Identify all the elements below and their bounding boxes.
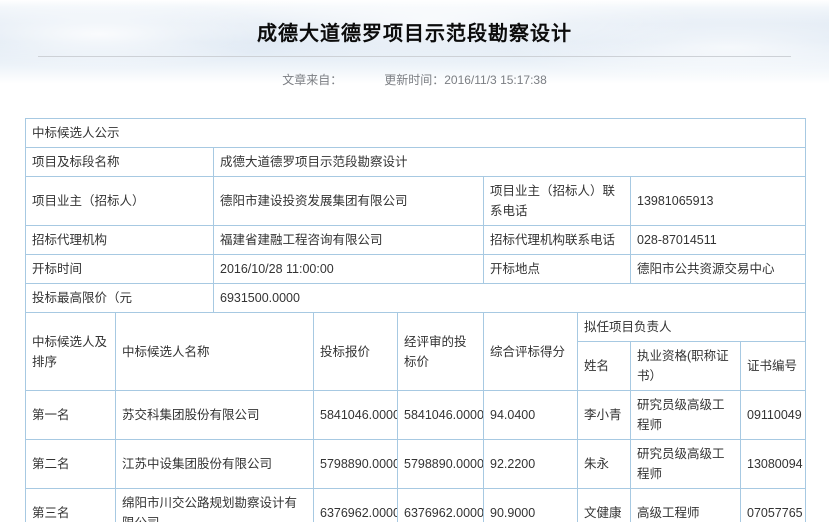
candidate-evaluated-price: 6376962.0000 [398, 489, 484, 522]
cert-number: 07057765 [741, 489, 806, 522]
candidate-rank: 第一名 [26, 391, 116, 440]
project-name-value: 成德大道德罗项目示范段勘察设计 [214, 148, 806, 177]
agency-label: 招标代理机构 [26, 226, 214, 255]
candidate-bid-price: 5798890.0000 [314, 440, 398, 489]
agency-value: 福建省建融工程咨询有限公司 [214, 226, 484, 255]
announcement-section: 中标候选人公示 项目及标段名称 成德大道德罗项目示范段勘察设计 项目业主（招标人… [25, 118, 829, 522]
update-time: 更新时间：2016/11/3 15:17:38 [384, 71, 547, 88]
candidate-name: 苏交科集团股份有限公司 [116, 391, 314, 440]
bid-open-time-value: 2016/10/28 11:00:00 [214, 255, 484, 284]
col-proposed-manager: 拟任项目负责人 [578, 313, 806, 342]
agency-phone-label: 招标代理机构联系电话 [484, 226, 631, 255]
col-cert-no: 证书编号 [741, 342, 806, 391]
candidate-name: 江苏中设集团股份有限公司 [116, 440, 314, 489]
manager-name: 李小青 [578, 391, 631, 440]
owner-phone-value: 13981065913 [631, 177, 806, 226]
cert-number: 09110049 [741, 391, 806, 440]
candidate-score: 92.2200 [484, 440, 578, 489]
candidate-bid-price: 5841046.0000 [314, 391, 398, 440]
owner-label: 项目业主（招标人） [26, 177, 214, 226]
col-evaluated-price: 经评审的投标价 [398, 313, 484, 391]
col-manager-name: 姓名 [578, 342, 631, 391]
manager-name: 朱永 [578, 440, 631, 489]
cert-number: 13080094 [741, 440, 806, 489]
manager-name: 文健康 [578, 489, 631, 522]
candidate-evaluated-price: 5798890.0000 [398, 440, 484, 489]
project-name-row: 项目及标段名称 成德大道德罗项目示范段勘察设计 [26, 148, 806, 177]
announcement-table: 中标候选人公示 项目及标段名称 成德大道德罗项目示范段勘察设计 项目业主（招标人… [25, 118, 806, 522]
owner-phone-label: 项目业主（招标人）联系电话 [484, 177, 631, 226]
col-bid-price: 投标报价 [314, 313, 398, 391]
max-price-label: 投标最高限价（元 [26, 284, 214, 313]
table-caption-row: 中标候选人公示 [26, 119, 806, 148]
table-caption: 中标候选人公示 [26, 119, 806, 148]
candidate-evaluated-price: 5841046.0000 [398, 391, 484, 440]
bid-opening-row: 开标时间 2016/10/28 11:00:00 开标地点 德阳市公共资源交易中… [26, 255, 806, 284]
candidate-name: 绵阳市川交公路规划勘察设计有限公司 [116, 489, 314, 522]
candidate-row-2: 第二名 江苏中设集团股份有限公司 5798890.0000 5798890.00… [26, 440, 806, 489]
candidate-row-3: 第三名 绵阳市川交公路规划勘察设计有限公司 6376962.0000 63769… [26, 489, 806, 522]
page-title: 成德大道德罗项目示范段勘察设计 [0, 21, 829, 47]
max-price-value: 6931500.0000 [214, 284, 806, 313]
bid-open-time-label: 开标时间 [26, 255, 214, 284]
candidate-rank: 第二名 [26, 440, 116, 489]
manager-qualification: 研究员级高级工程师 [631, 440, 741, 489]
candidates-header-row: 中标候选人及排序 中标候选人名称 投标报价 经评审的投标价 综合评标得分 拟任项… [26, 313, 806, 342]
max-price-row: 投标最高限价（元 6931500.0000 [26, 284, 806, 313]
manager-qualification: 研究员级高级工程师 [631, 391, 741, 440]
article-source-label: 文章来自： [282, 71, 342, 88]
candidate-score: 94.0400 [484, 391, 578, 440]
article-meta: 文章来自： 更新时间：2016/11/3 15:17:38 [0, 57, 829, 98]
col-rank: 中标候选人及排序 [26, 313, 116, 391]
col-candidate-name: 中标候选人名称 [116, 313, 314, 391]
owner-value: 德阳市建设投资发展集团有限公司 [214, 177, 484, 226]
page-header: 成德大道德罗项目示范段勘察设计 文章来自： 更新时间：2016/11/3 15:… [0, 0, 829, 98]
col-score: 综合评标得分 [484, 313, 578, 391]
bid-open-place-label: 开标地点 [484, 255, 631, 284]
project-name-label: 项目及标段名称 [26, 148, 214, 177]
agency-phone-value: 028-87014511 [631, 226, 806, 255]
candidate-rank: 第三名 [26, 489, 116, 522]
agency-row: 招标代理机构 福建省建融工程咨询有限公司 招标代理机构联系电话 028-8701… [26, 226, 806, 255]
manager-qualification: 高级工程师 [631, 489, 741, 522]
owner-row: 项目业主（招标人） 德阳市建设投资发展集团有限公司 项目业主（招标人）联系电话 … [26, 177, 806, 226]
col-qualification: 执业资格(职称证书） [631, 342, 741, 391]
candidate-row-1: 第一名 苏交科集团股份有限公司 5841046.0000 5841046.000… [26, 391, 806, 440]
candidate-score: 90.9000 [484, 489, 578, 522]
candidate-bid-price: 6376962.0000 [314, 489, 398, 522]
bid-open-place-value: 德阳市公共资源交易中心 [631, 255, 806, 284]
